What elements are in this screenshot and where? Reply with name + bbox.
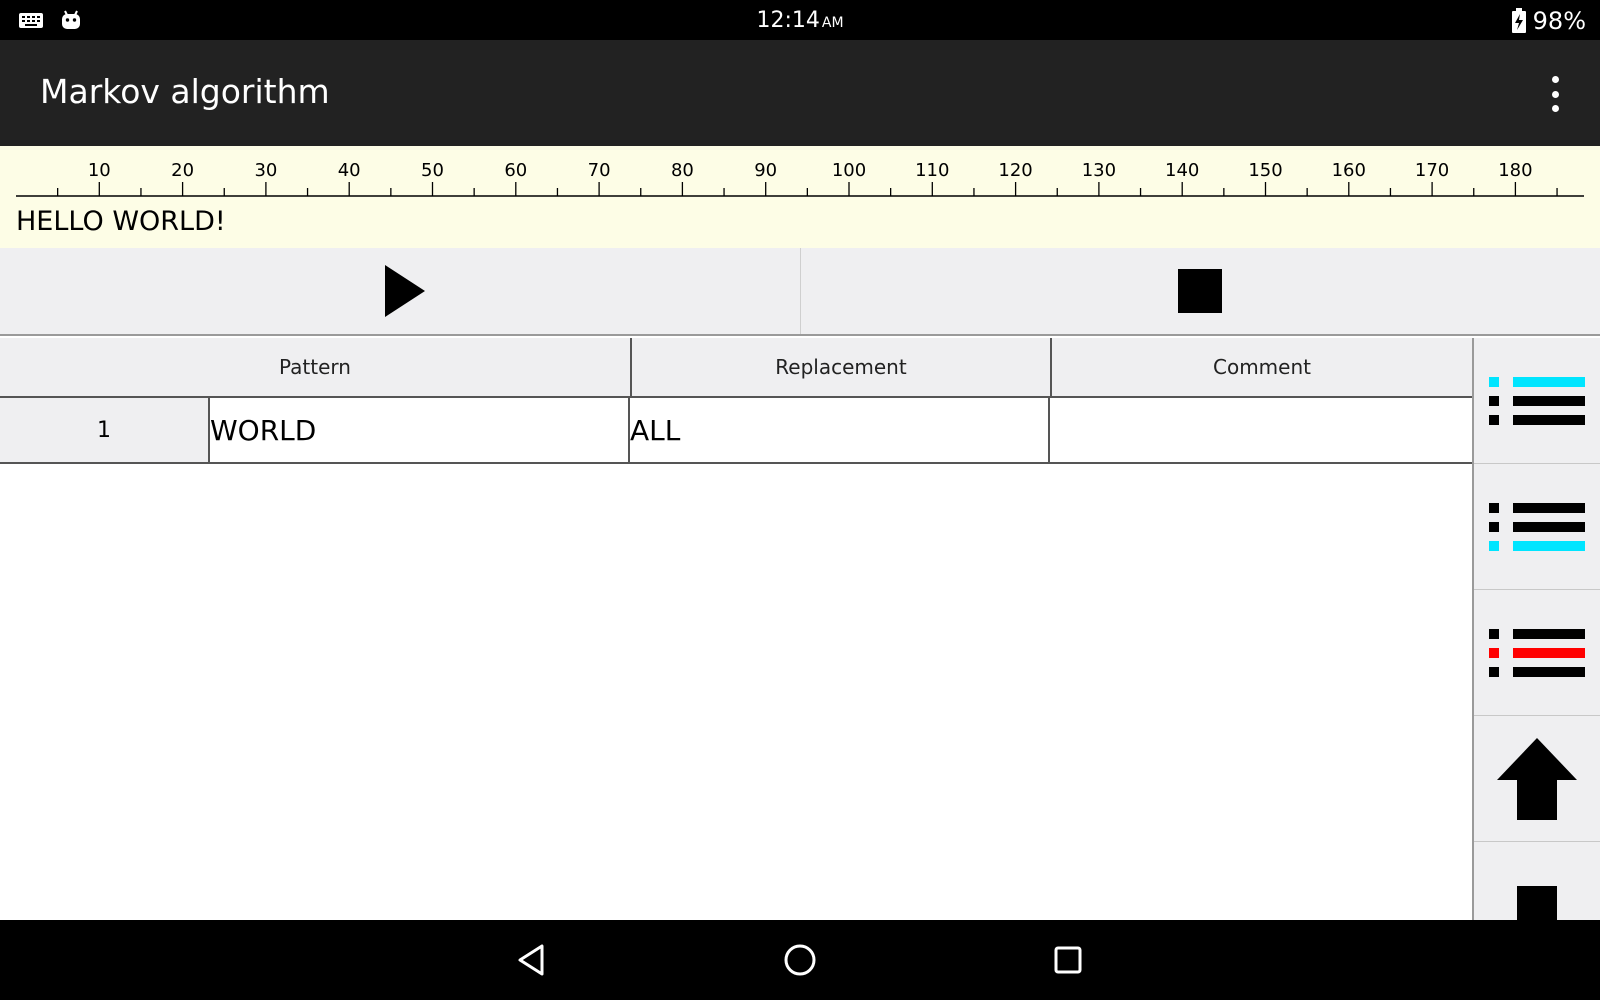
ruler-label: 40 xyxy=(338,160,361,181)
move-up-button[interactable] xyxy=(1474,716,1600,842)
play-icon xyxy=(384,265,425,317)
ruler-label: 180 xyxy=(1498,160,1532,181)
ruler-label: 140 xyxy=(1165,160,1199,181)
more-vert-icon[interactable] xyxy=(1542,76,1568,112)
home-icon[interactable] xyxy=(780,940,820,980)
rules-table: Pattern Replacement Comment 1 WORLD ALL xyxy=(0,338,1472,920)
insert-rule-before-icon xyxy=(1489,376,1585,425)
nav-bar xyxy=(0,920,1600,1000)
header-replacement: Replacement xyxy=(630,338,1050,396)
row-number[interactable]: 1 xyxy=(0,398,210,462)
ruler-label: 20 xyxy=(171,160,194,181)
ruler-label: 80 xyxy=(671,160,694,181)
status-icons-right: 98% xyxy=(1511,7,1586,35)
tape: 10 20 30 40 50 60 70 80 90 100 110 120 130 140 150 160 1… xyxy=(0,146,1600,248)
replacement-cell[interactable]: ALL xyxy=(630,398,1050,462)
ruler-label: 110 xyxy=(915,160,949,181)
stop-icon xyxy=(1178,269,1223,313)
side-toolbar xyxy=(1472,338,1600,920)
play-button[interactable] xyxy=(0,248,800,334)
insert-rule-before-button[interactable] xyxy=(1474,338,1600,464)
comment-cell[interactable] xyxy=(1050,398,1472,462)
ruler-label: 70 xyxy=(588,160,611,181)
status-bar: 12:14 AM 98% xyxy=(0,0,1600,40)
delete-rule-icon xyxy=(1489,628,1585,677)
table-row[interactable]: 1 WORLD ALL xyxy=(0,398,1472,464)
app-title: Markov algorithm xyxy=(40,72,330,111)
tape-text[interactable]: HELLO WORLD! xyxy=(16,206,226,237)
ruler-label: 60 xyxy=(504,160,527,181)
status-clock: 12:14 AM xyxy=(0,8,1600,33)
delete-rule-button[interactable] xyxy=(1474,590,1600,716)
ruler-label: 170 xyxy=(1415,160,1449,181)
pattern-cell[interactable]: WORLD xyxy=(210,398,630,462)
move-down-icon xyxy=(1497,885,1577,920)
move-down-button[interactable] xyxy=(1474,842,1600,920)
header-comment: Comment xyxy=(1050,338,1472,396)
insert-rule-after-icon xyxy=(1489,502,1585,551)
move-up-icon xyxy=(1497,737,1577,820)
ruler-label: 50 xyxy=(421,160,444,181)
ruler-label: 100 xyxy=(832,160,866,181)
ruler-label: 90 xyxy=(754,160,777,181)
ruler: 10 20 30 40 50 60 70 80 90 100 110 120 130 140 150 160 1… xyxy=(16,160,1584,197)
recents-icon[interactable] xyxy=(1048,940,1088,980)
stop-button[interactable] xyxy=(799,248,1600,334)
ruler-label: 150 xyxy=(1248,160,1282,181)
ruler-label: 130 xyxy=(1082,160,1116,181)
insert-rule-after-button[interactable] xyxy=(1474,464,1600,590)
ruler-label: 30 xyxy=(254,160,277,181)
clock-time: 12:14 xyxy=(756,8,820,33)
app-bar: Markov algorithm xyxy=(0,40,1600,146)
table-header: Pattern Replacement Comment xyxy=(0,338,1472,398)
ruler-label: 10 xyxy=(88,160,111,181)
ruler-label: 120 xyxy=(998,160,1032,181)
run-controls xyxy=(0,248,1600,336)
ruler-label: 160 xyxy=(1332,160,1366,181)
header-pattern: Pattern xyxy=(279,355,351,379)
back-icon[interactable] xyxy=(512,940,552,980)
clock-ampm: AM xyxy=(821,15,844,31)
battery-percent: 98% xyxy=(1532,7,1586,35)
battery-charging-icon xyxy=(1511,8,1526,33)
